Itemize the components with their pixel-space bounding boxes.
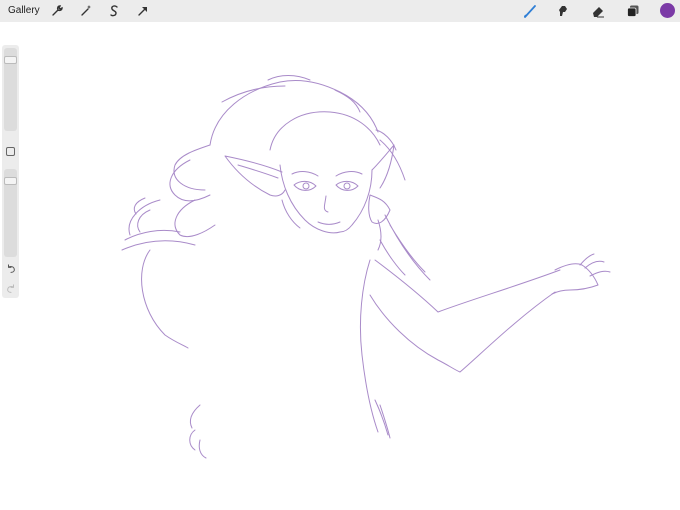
selection-icon[interactable] xyxy=(106,3,122,19)
color-picker-swatch[interactable] xyxy=(660,3,675,18)
sketch-torso-left xyxy=(359,259,379,433)
sketch-brow-right xyxy=(335,171,363,177)
sketch-hair-right xyxy=(375,129,406,181)
sketch-nose xyxy=(323,195,329,213)
wrench-icon[interactable] xyxy=(49,3,65,19)
sketch-face-left xyxy=(279,164,341,234)
sketch-face-right xyxy=(339,169,373,233)
sketch-iris-left xyxy=(302,182,310,190)
sketch-waist-hair xyxy=(374,399,391,439)
transform-arrow-icon[interactable] xyxy=(135,3,151,19)
sketch-hair-left-3 xyxy=(128,199,161,236)
eraser-icon[interactable] xyxy=(590,3,606,19)
sketch-braid-tail xyxy=(379,214,431,281)
brush-icon[interactable] xyxy=(522,3,538,19)
sketch-hair-top-strand-2 xyxy=(267,75,311,81)
smudge-icon[interactable] xyxy=(555,3,571,19)
magic-wand-icon[interactable] xyxy=(78,3,94,19)
sketch-hair-left xyxy=(173,144,211,191)
sketch-hair-long xyxy=(141,249,189,349)
sketch-hair-left-5 xyxy=(174,199,216,238)
drawing-canvas[interactable] xyxy=(0,22,680,510)
sketch-hair-top-strand-3 xyxy=(334,89,361,113)
gallery-button[interactable]: Gallery xyxy=(8,4,40,18)
sketch-arm-under xyxy=(369,291,556,373)
sketch-hair-top xyxy=(209,79,379,146)
sketch-hand xyxy=(551,263,599,295)
sketch-hair-left-2 xyxy=(169,159,211,202)
layers-icon[interactable] xyxy=(625,3,641,19)
sketch-ear-left xyxy=(224,155,286,197)
sketch-jaw-shadow xyxy=(281,199,301,229)
sketch-fingers xyxy=(579,253,611,277)
sketch-hair-left-4 xyxy=(133,197,151,233)
sketch-braid-2 xyxy=(377,219,382,251)
sketch-hair-long-2 xyxy=(189,404,207,459)
sketch-hair-crown xyxy=(269,111,381,151)
sketch-ear-left-inner xyxy=(237,164,279,179)
sketch-iris-right xyxy=(343,182,351,190)
sketch-shoulder-arm xyxy=(374,259,561,313)
sketch-mouth xyxy=(317,221,341,225)
sketch-hair-top-strand xyxy=(221,85,286,103)
top-toolbar: Gallery xyxy=(0,0,680,22)
sketch-hair-left-6 xyxy=(121,229,196,251)
sketch-brow-left xyxy=(291,171,319,177)
